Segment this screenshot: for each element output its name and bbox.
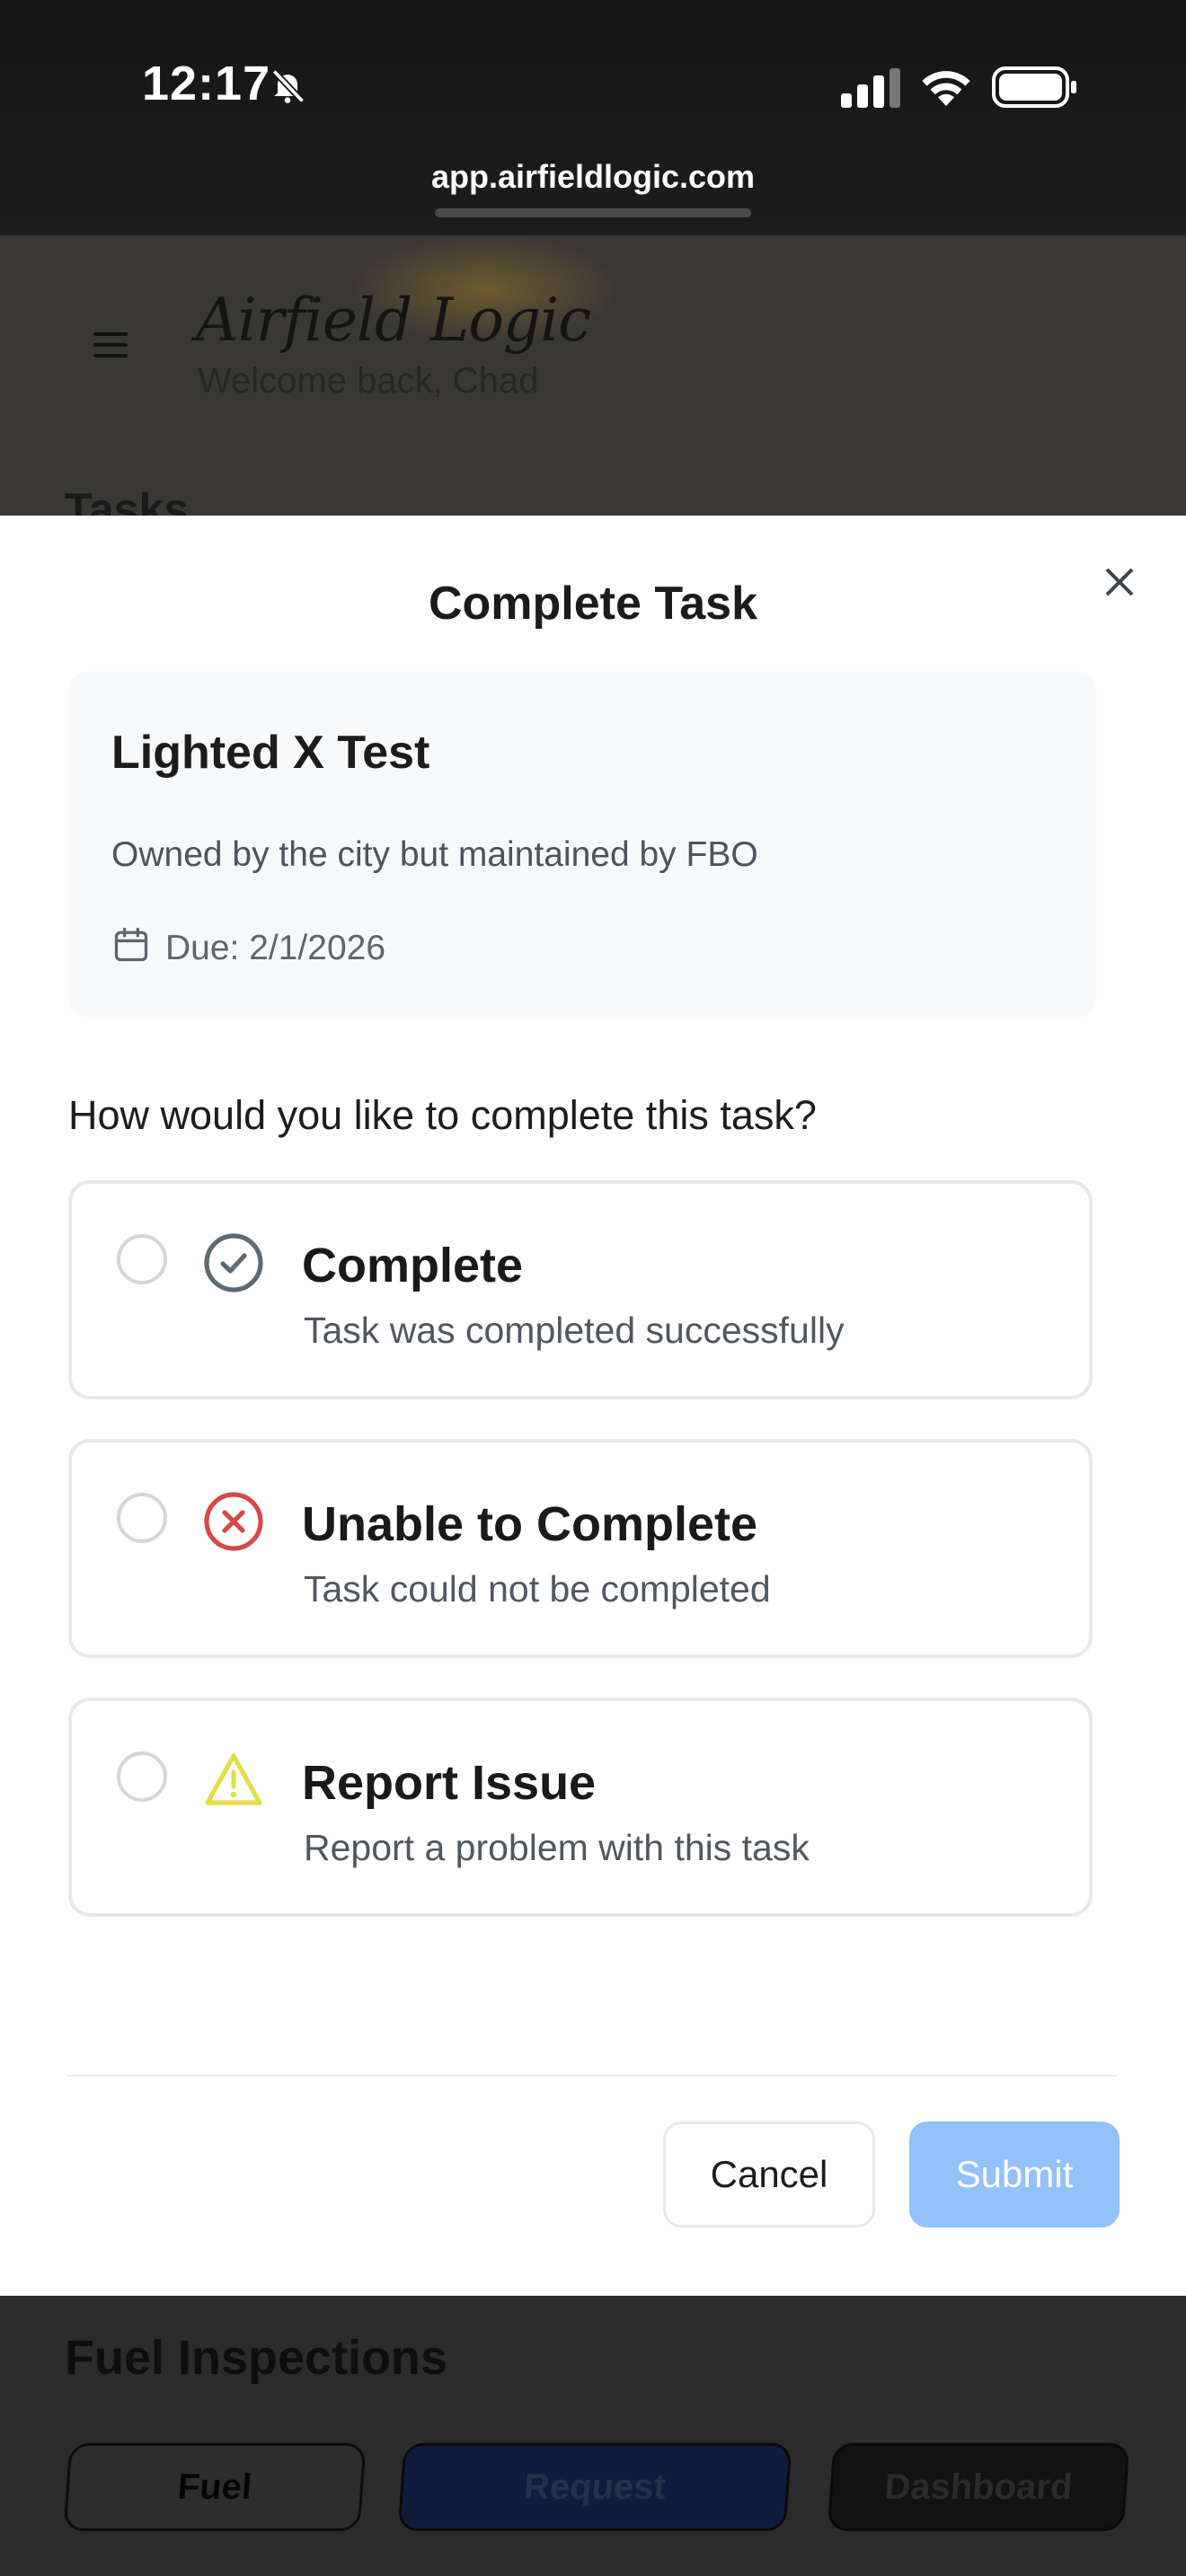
- option-report-issue[interactable]: Report Issue Report a problem with this …: [68, 1698, 1093, 1917]
- radio-unable-to-complete[interactable]: [117, 1493, 167, 1543]
- radio-report-issue[interactable]: [117, 1751, 167, 1802]
- address-bar-url[interactable]: app.airfieldlogic.com: [0, 158, 1186, 196]
- cellular-signal-icon: [841, 68, 900, 108]
- calendar-icon: [114, 927, 148, 962]
- close-icon[interactable]: [1102, 564, 1137, 600]
- task-description: Owned by the city but maintained by FBO: [111, 835, 758, 874]
- dashboard-button-label: Dashboard: [883, 2466, 1075, 2507]
- check-circle-icon: [204, 1233, 263, 1292]
- warning-triangle-icon: [205, 1753, 262, 1805]
- welcome-text: Welcome back, Chad: [198, 361, 539, 401]
- option-title: Report Issue: [302, 1756, 597, 1810]
- fuel-button-label: Fuel: [176, 2466, 253, 2507]
- option-subtitle: Task was completed successfully: [304, 1310, 845, 1351]
- footer-divider: [66, 2075, 1118, 2077]
- task-name: Lighted X Test: [111, 727, 430, 779]
- submit-button-label: Submit: [955, 2153, 1074, 2195]
- wifi-icon: [922, 71, 970, 106]
- option-subtitle: Task could not be completed: [304, 1568, 771, 1610]
- fuel-button[interactable]: Fuel: [63, 2443, 367, 2531]
- status-time: 12:17: [142, 57, 271, 110]
- request-button-label: Request: [522, 2466, 668, 2507]
- modal-title: Complete Task: [428, 578, 758, 630]
- option-title: Complete: [302, 1239, 524, 1292]
- submit-button[interactable]: Submit: [909, 2122, 1120, 2228]
- cancel-button-label: Cancel: [710, 2153, 828, 2195]
- menu-icon[interactable]: [93, 332, 128, 359]
- status-bar: 12:17 app.airfieldlogic.com: [0, 0, 1186, 235]
- completion-question: How would you like to complete this task…: [68, 1092, 817, 1138]
- request-button[interactable]: Request: [397, 2443, 792, 2531]
- option-complete[interactable]: Complete Task was completed successfully: [68, 1180, 1093, 1399]
- option-title: Unable to Complete: [302, 1497, 758, 1551]
- option-unable-to-complete[interactable]: Unable to Complete Task could not be com…: [68, 1439, 1093, 1658]
- option-subtitle: Report a problem with this task: [304, 1827, 810, 1868]
- battery-icon: [992, 66, 1076, 108]
- x-circle-icon: [204, 1492, 263, 1551]
- cancel-button[interactable]: Cancel: [663, 2122, 875, 2228]
- fuel-inspections-heading: Fuel Inspections: [65, 2331, 448, 2385]
- dashboard-button[interactable]: Dashboard: [827, 2443, 1130, 2531]
- address-bar-underline: [435, 208, 751, 217]
- task-due-date: Due: 2/1/2026: [165, 929, 386, 967]
- bell-muted-icon: [271, 68, 305, 104]
- radio-complete[interactable]: [117, 1234, 167, 1284]
- brand-logo: Airfield Logic: [196, 286, 591, 355]
